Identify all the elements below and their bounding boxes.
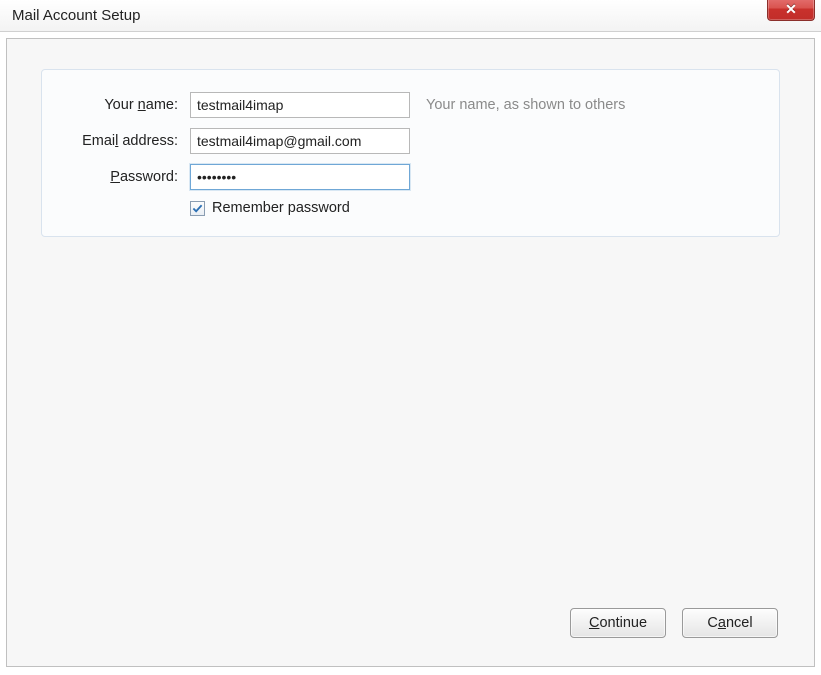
- window-title: Mail Account Setup: [12, 7, 140, 24]
- your-name-hint: Your name, as shown to others: [426, 97, 625, 113]
- row-password: Password:: [64, 164, 757, 190]
- button-row: Continue Cancel: [570, 608, 778, 638]
- row-email: Email address:: [64, 128, 757, 154]
- email-field[interactable]: [190, 128, 410, 154]
- cancel-button[interactable]: Cancel: [682, 608, 778, 638]
- remember-password-label: Remember password: [212, 200, 350, 216]
- titlebar: Mail Account Setup ✕: [0, 0, 821, 32]
- content-panel: Your name: Your name, as shown to others…: [6, 38, 815, 667]
- remember-password-checkbox[interactable]: [190, 201, 205, 216]
- continue-button[interactable]: Continue: [570, 608, 666, 638]
- close-icon: ✕: [785, 2, 797, 16]
- password-field[interactable]: [190, 164, 410, 190]
- label-email: Email address:: [64, 133, 190, 149]
- label-your-name: Your name:: [64, 97, 190, 113]
- row-your-name: Your name: Your name, as shown to others: [64, 92, 757, 118]
- close-button[interactable]: ✕: [767, 0, 815, 21]
- form-frame: Your name: Your name, as shown to others…: [41, 69, 780, 237]
- your-name-field[interactable]: [190, 92, 410, 118]
- row-remember-password: Remember password: [190, 200, 757, 216]
- label-password: Password:: [64, 169, 190, 185]
- checkmark-icon: [192, 203, 203, 214]
